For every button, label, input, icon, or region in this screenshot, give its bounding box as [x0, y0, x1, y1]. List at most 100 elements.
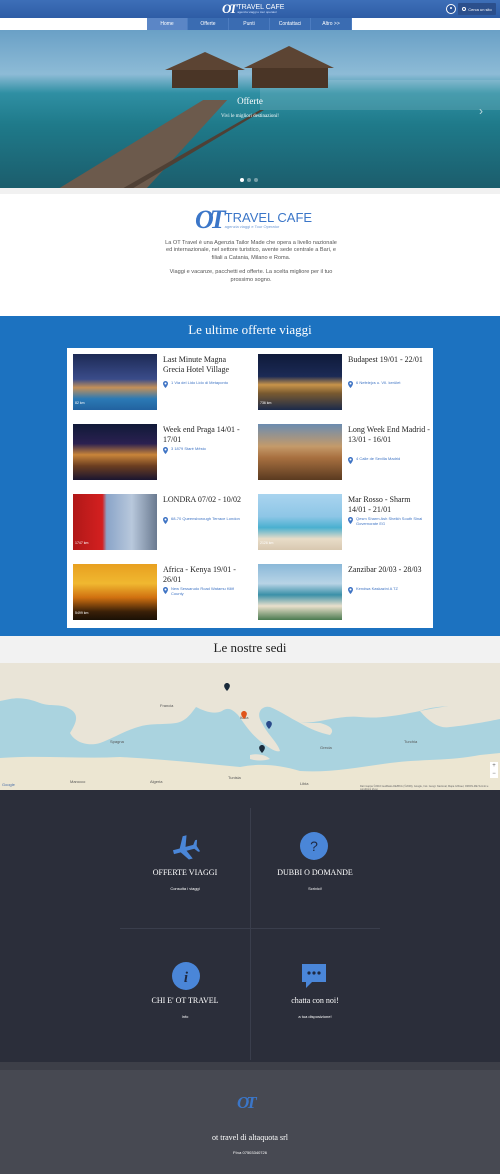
offer-card[interactable]: Week end Praga 14/01 - 17/01 3 1879 Star…	[67, 420, 242, 482]
offer-distance: 736 km	[260, 401, 272, 405]
intro-paragraph: Viaggi e vacanze, pacchetti ed offerte. …	[169, 269, 333, 283]
google-logo: Google	[2, 782, 15, 787]
offer-distance: 2126 km	[260, 541, 274, 545]
offer-card[interactable]: 736 km Budapest 19/01 - 22/01 6 Nefelejc…	[252, 350, 427, 412]
locations-map[interactable]: Francia Italia Spagna Grecia Turchia Tun…	[0, 663, 500, 790]
header-logo[interactable]: OT TRAVEL CAFE agenzia viaggi e tour ope…	[222, 1, 284, 17]
offer-card[interactable]: 82 km Last Minute Magna Grecia Hotel Vil…	[67, 350, 242, 412]
offer-image	[258, 424, 342, 480]
offer-card[interactable]: 1747 km LONDRA 07/02 - 10/02 68-70 Queen…	[67, 490, 242, 552]
footer-logo[interactable]: OT	[237, 1093, 257, 1113]
hut	[172, 70, 238, 88]
map-marker-roma[interactable]	[241, 711, 247, 719]
map-label-libya: Libia	[300, 781, 309, 786]
offer-address: 1 Via del Lido Lido di Metaponto	[171, 380, 229, 385]
feature-title: chatta con noi!	[291, 996, 339, 1005]
offer-image	[73, 424, 157, 480]
offer-address: 6 Nefelejcs u. VII. kerület	[356, 380, 401, 385]
offer-distance: 82 km	[75, 401, 85, 405]
offer-title: Africa - Kenya 19/01 - 26/01	[163, 565, 236, 584]
slider-dot[interactable]	[247, 178, 251, 182]
svg-text:?: ?	[310, 838, 318, 854]
offer-address: Kendwa Kaskazini A TZ	[356, 586, 398, 591]
location-pin-icon	[348, 517, 353, 524]
offer-distance: 5499 km	[75, 611, 89, 615]
hero-slider	[0, 30, 500, 188]
offer-title: Zanzibar 20/03 - 28/03	[348, 565, 422, 574]
map-label-morocco: Marocco	[70, 779, 86, 784]
offer-address: Qesm Sharm Ash Sheikh South Sinai Govern…	[356, 516, 423, 526]
nav-item-home[interactable]: Home	[147, 18, 188, 30]
offer-title: LONDRA 07/02 - 10/02	[163, 495, 241, 504]
slider-dots	[240, 178, 258, 182]
feature-title: DUBBI O DOMANDE	[277, 868, 353, 877]
hut	[252, 68, 328, 88]
nav-item-offerte[interactable]: Offerte	[188, 18, 229, 30]
offer-title: Week end Praga 14/01 - 17/01	[163, 425, 240, 444]
offers-panel: 82 km Last Minute Magna Grecia Hotel Vil…	[67, 348, 433, 628]
hero-title: Offerte	[237, 96, 263, 106]
question-icon[interactable]: ?	[300, 832, 328, 860]
map-marker-catania[interactable]	[259, 745, 265, 753]
offer-card[interactable]: 2126 km Mar Rosso - Sharm 14/01 - 21/01 …	[252, 490, 427, 552]
map-label-turkey: Turchia	[404, 739, 418, 744]
slider-dot[interactable]	[254, 178, 258, 182]
offer-card[interactable]: Zanzibar 20/03 - 28/03 Kendwa Kaskazini …	[252, 560, 427, 622]
offer-title: Budapest 19/01 - 22/01	[348, 355, 423, 364]
map-label-tunisia: Tunisia	[228, 775, 241, 780]
chat-icon[interactable]	[300, 962, 328, 990]
main-nav: Home Offerte Punti Contattaci Altro >>	[147, 18, 352, 30]
map-marker-bari[interactable]	[266, 721, 272, 729]
offer-image	[258, 564, 342, 620]
header-logo-tagline: agenzia viaggi e tour operator	[237, 10, 278, 14]
offer-address: 68-70 Queensborough Terrace London	[171, 516, 240, 521]
header-logo-mark: OT	[222, 1, 237, 16]
map-marker-milano[interactable]	[224, 683, 230, 691]
search-label: Cerca un sito	[468, 6, 492, 12]
map-label-algeria: Algeria	[150, 779, 163, 784]
user-icon[interactable]	[446, 4, 456, 14]
intro-text: La OT Travel è una Agenzia Tailor Made c…	[165, 240, 337, 284]
map-label-greece: Grecia	[320, 745, 332, 750]
offer-distance: 1747 km	[75, 541, 89, 545]
location-pin-icon	[163, 587, 168, 594]
location-pin-icon	[348, 587, 353, 594]
hut-roof	[165, 52, 245, 70]
location-pin-icon	[163, 517, 168, 524]
plane-icon[interactable]	[170, 830, 200, 860]
nav-item-punti[interactable]: Punti	[229, 18, 270, 30]
brand-logo: OT TRAVEL CAFE agenzia viaggi e Tour Ope…	[195, 205, 312, 235]
search-button[interactable]: Cerca un sito	[458, 3, 496, 15]
footer-piva: P.iva 07503340726	[233, 1150, 267, 1155]
offer-card[interactable]: Long Week End Madrid - 13/01 - 16/01 4 C…	[252, 420, 430, 482]
hut-roof	[244, 46, 334, 68]
feature-subtitle: a tua disposizione!	[298, 1014, 332, 1019]
footer	[0, 1062, 500, 1174]
footer-company: ot travel di altaquota srl	[212, 1133, 288, 1142]
location-pin-icon	[348, 457, 353, 464]
map-zoom-control[interactable]: + −	[490, 762, 498, 778]
location-pin-icon	[348, 381, 353, 388]
offer-title: Long Week End Madrid - 13/01 - 16/01	[348, 425, 430, 444]
intro-paragraph: La OT Travel è una Agenzia Tailor Made c…	[165, 240, 337, 261]
feature-chat[interactable]: chatta con noi! a tua disposizione!	[215, 996, 415, 1019]
nav-item-altro[interactable]: Altro >>	[311, 18, 352, 30]
location-pin-icon	[163, 381, 168, 388]
offer-title: Mar Rosso - Sharm 14/01 - 21/01	[348, 495, 411, 514]
slider-dot[interactable]	[240, 178, 244, 182]
brand-logo-mark: OT	[195, 205, 226, 234]
sedi-title: Le nostre sedi	[213, 640, 287, 655]
offer-card[interactable]: 5499 km Africa - Kenya 19/01 - 26/01 New…	[67, 560, 242, 622]
map-label-france: Francia	[160, 703, 174, 708]
feature-domande[interactable]: DUBBI O DOMANDE Scrivici!	[215, 868, 415, 891]
offer-address: 4 Calle de Sevilla Madrid	[356, 456, 401, 461]
offer-title: Last Minute Magna Grecia Hotel Village	[163, 355, 230, 374]
feature-subtitle: Scrivici!	[308, 886, 322, 891]
next-slide-arrow-icon[interactable]: ›	[479, 104, 483, 118]
search-icon	[462, 7, 467, 11]
nav-item-contattaci[interactable]: Contattaci	[270, 18, 311, 30]
offer-address: 3 1879 Staré Město	[171, 446, 206, 451]
offers-title: Le ultime offerte viaggi	[188, 322, 312, 337]
offer-address: New Sessarudo Road Watamu Kilifi County	[171, 586, 235, 596]
info-icon[interactable]: i	[172, 962, 200, 990]
